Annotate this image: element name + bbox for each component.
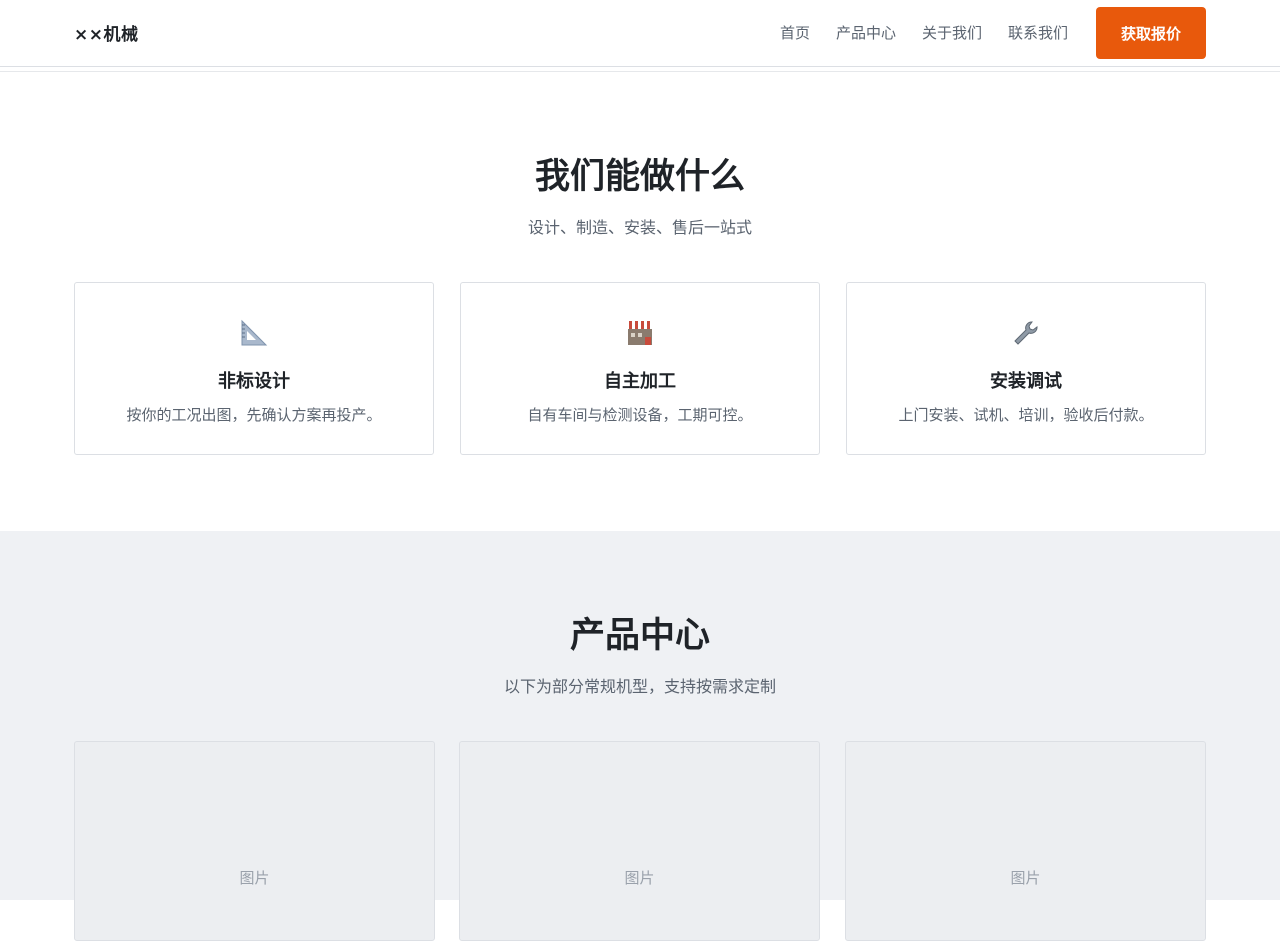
- factory-icon: [461, 318, 819, 348]
- product-card[interactable]: 图片: [74, 741, 435, 941]
- site-header: ××机械 首页 产品中心 关于我们 联系我们 获取报价: [0, 0, 1280, 67]
- nav-contact[interactable]: 联系我们: [1008, 22, 1068, 43]
- site-logo[interactable]: ××机械: [74, 20, 139, 45]
- services-subtitle: 设计、制造、安装、售后一站式: [527, 218, 752, 237]
- service-card-desc: 按你的工况出图，先确认方案再投产。: [126, 406, 382, 424]
- service-card-installation: 安装调试 上门安装、试机、培训，验收后付款。: [846, 282, 1206, 455]
- service-card-manufacturing: 自主加工 自有车间与检测设备，工期可控。: [460, 282, 820, 455]
- service-card-title: 非标设计: [218, 371, 290, 392]
- product-card[interactable]: 图片: [459, 741, 820, 941]
- wrench-icon: [847, 318, 1205, 348]
- products-subtitle: 以下为部分常规机型，支持按需求定制: [503, 677, 776, 696]
- get-quote-button[interactable]: 获取报价: [1096, 7, 1206, 59]
- product-image-placeholder: 图片: [239, 869, 270, 887]
- product-image-placeholder: 图片: [1010, 869, 1041, 887]
- services-title: 我们能做什么: [534, 157, 745, 197]
- service-card-title: 安装调试: [990, 371, 1062, 392]
- nav-home[interactable]: 首页: [780, 22, 810, 43]
- nav-about[interactable]: 关于我们: [922, 22, 982, 43]
- service-card-desc: 上门安装、试机、培训，验收后付款。: [898, 406, 1154, 424]
- products-title: 产品中心: [569, 616, 710, 656]
- main-nav: 首页 产品中心 关于我们 联系我们: [780, 22, 1068, 43]
- service-card-desc: 自有车间与检测设备，工期可控。: [527, 406, 753, 424]
- nav-products[interactable]: 产品中心: [836, 22, 896, 43]
- product-image-placeholder: 图片: [624, 869, 655, 887]
- products-section: 产品中心 以下为部分常规机型，支持按需求定制 图片 图片 图片: [0, 531, 1280, 941]
- service-card-title: 自主加工: [604, 371, 676, 392]
- triangle-ruler-icon: [75, 318, 433, 348]
- services-section: 我们能做什么 设计、制造、安装、售后一站式 非标设计 按你的工况出图，先确认方案…: [0, 72, 1280, 531]
- product-card[interactable]: 图片: [845, 741, 1206, 941]
- service-card-design: 非标设计 按你的工况出图，先确认方案再投产。: [74, 282, 434, 455]
